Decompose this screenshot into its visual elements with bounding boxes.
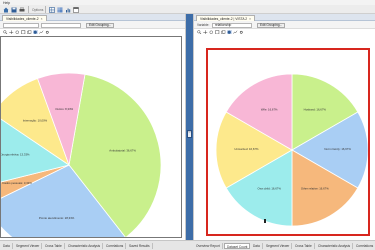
print-icon[interactable] xyxy=(19,6,25,13)
pan-icon[interactable] xyxy=(203,29,208,35)
left-chart-frame[interactable]: Ambulatorial: 36,67% Pronto atendimento: … xyxy=(0,36,182,238)
bottom-left-tab-2[interactable]: Cross Table xyxy=(43,242,65,249)
left-value-field[interactable] xyxy=(41,22,81,28)
variable-select[interactable]: relationship xyxy=(212,22,252,28)
pan-icon[interactable] xyxy=(9,29,14,35)
bottom-right-tab-3[interactable]: Segment Viewer xyxy=(264,242,293,249)
right-tab-strip: Visibilidades_cliente-2 | VISTA 2 × xyxy=(194,14,375,21)
bottom-left-tab-1[interactable]: Segment Viewer xyxy=(14,242,43,249)
menu-help[interactable]: Help xyxy=(3,1,10,5)
left-view-bar: Edit Grouping... xyxy=(0,21,185,29)
toolbar-separator xyxy=(28,6,29,13)
export-icon[interactable] xyxy=(21,29,26,35)
line-chart-icon[interactable] xyxy=(39,30,44,35)
bottom-left-tab-0[interactable]: Data xyxy=(1,242,13,249)
left-pie-slice-label-5: Outros: 8,33% xyxy=(55,107,73,111)
left-pie-slice-label-2: Dados pessoais: 3,33% xyxy=(2,181,32,185)
left-pie-slice-label-3: Cirurgia eletiva: 13,33% xyxy=(1,152,30,156)
toolbar-separator xyxy=(45,6,46,13)
right-chart-frame[interactable]: Husband: 16,67% Not in family: 16,67% Othe… xyxy=(206,48,370,236)
left-edit-grouping-button[interactable]: Edit Grouping... xyxy=(86,22,115,28)
zoom-icon[interactable] xyxy=(197,29,202,35)
right-chart-tools xyxy=(194,29,375,35)
right-pie-chart: Husband: 16,67% Not in family: 16,67% Othe… xyxy=(215,73,368,227)
bottom-left-tab-4[interactable]: Correlations xyxy=(104,242,127,249)
mouse-cursor-icon xyxy=(264,219,266,223)
export-icon[interactable] xyxy=(215,29,220,35)
right-pie-slice-label-5: Wife: 16,67% xyxy=(261,108,278,112)
left-pie-slice-label-4: Internação: 10,00% xyxy=(23,118,48,122)
bottom-right-tab-0[interactable]: Overview Report xyxy=(194,242,223,249)
options-label[interactable]: Options xyxy=(32,8,43,12)
right-pie-slice-label-0: Husband: 16,67% xyxy=(304,108,327,112)
left-variable-field[interactable] xyxy=(3,22,39,28)
line-chart-icon[interactable] xyxy=(233,30,238,35)
pie-chart-icon[interactable] xyxy=(33,29,38,35)
home-icon[interactable] xyxy=(3,7,9,13)
left-chart-tools xyxy=(0,29,185,35)
refresh-icon[interactable] xyxy=(209,30,214,35)
data-grid-icon[interactable] xyxy=(49,6,55,13)
bottom-right-tab-4[interactable]: Cross Table xyxy=(293,242,315,249)
main-toolbar: Options xyxy=(0,5,375,14)
copy-icon[interactable] xyxy=(27,29,32,35)
bottom-right-tab-6[interactable]: Correlations xyxy=(354,243,375,250)
save-icon[interactable] xyxy=(11,7,17,13)
left-tab-strip: Visibilidades_cliente-2 × xyxy=(0,14,185,21)
variable-label: Variable: xyxy=(197,23,210,27)
bottom-left-tab-5[interactable]: Saved Results xyxy=(127,242,153,249)
bottom-left-tab-3[interactable]: Characteristic Analysis xyxy=(66,242,104,249)
refresh-icon[interactable] xyxy=(15,30,20,35)
right-pie-slice-label-4: Unmarried: 16,67% xyxy=(234,147,259,151)
zoom-icon[interactable] xyxy=(3,29,8,35)
left-pie-slice-label-0: Ambulatorial: 36,67% xyxy=(109,149,136,153)
bottom-tab-bar: Data Segment Viewer Cross Table Characteris… xyxy=(0,240,375,250)
left-pie-slice-label-1: Pronto atendimento: 28,33% xyxy=(39,216,75,220)
settings-icon[interactable] xyxy=(45,30,50,35)
right-pie-slice-label-2: Other relative: 16,67% xyxy=(301,186,329,190)
right-edit-grouping-button[interactable]: Edit Grouping... xyxy=(257,22,286,28)
chart-icon[interactable] xyxy=(65,7,71,13)
left-view-panel: Visibilidades_cliente-2 × Edit Grouping..… xyxy=(0,14,186,240)
right-view-panel: Visibilidades_cliente-2 | VISTA 2 × Varia… xyxy=(193,14,375,240)
left-pie-chart: Ambulatorial: 36,67% Pronto atendimento: … xyxy=(1,72,162,237)
right-view-bar: Variable: relationship Edit Grouping... xyxy=(194,21,375,29)
right-pie-slice-label-1: Not in family: 16,67% xyxy=(324,147,351,151)
window-icon[interactable] xyxy=(73,6,79,13)
table-icon[interactable] xyxy=(57,7,63,13)
bottom-right-tab-1[interactable]: Dataset Count xyxy=(224,242,251,249)
bottom-right-tab-5[interactable]: Characteristic Analysis xyxy=(316,242,354,249)
bottom-right-tab-2[interactable]: Data xyxy=(251,242,263,249)
settings-icon[interactable] xyxy=(239,30,244,35)
splitter-arrows-icon[interactable]: ‹› xyxy=(187,130,192,138)
copy-icon[interactable] xyxy=(221,29,226,35)
right-pie-slice-label-3: Own child: 16,67% xyxy=(258,186,282,190)
panel-splitter[interactable]: ‹› xyxy=(186,14,193,240)
pie-chart-icon[interactable] xyxy=(227,29,232,35)
